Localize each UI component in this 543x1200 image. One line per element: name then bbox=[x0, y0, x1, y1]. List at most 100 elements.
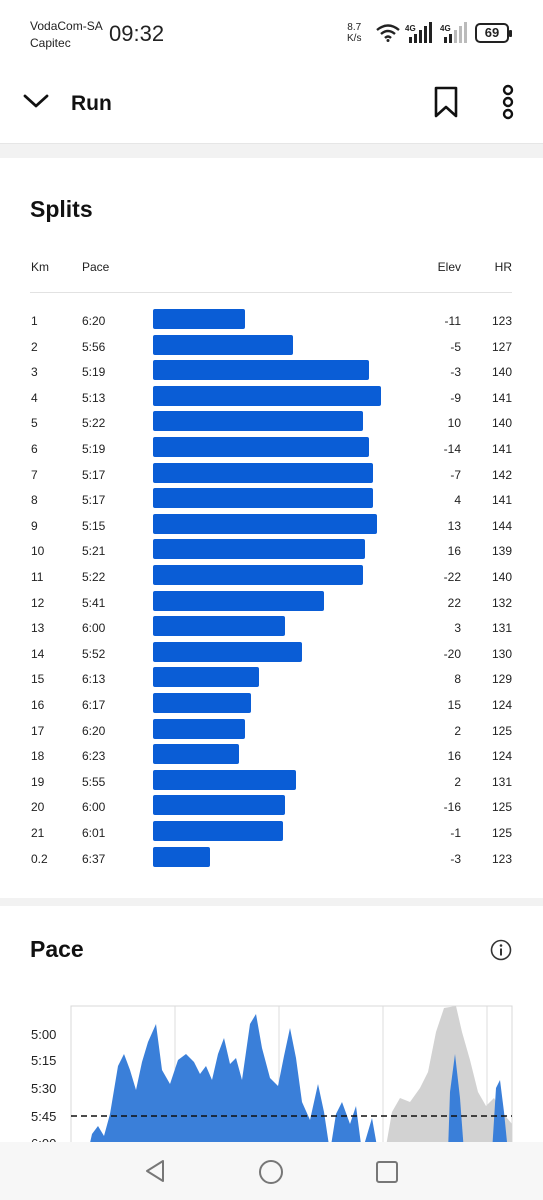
more-vertical-icon[interactable] bbox=[496, 84, 520, 120]
split-elevation: 4 bbox=[454, 493, 461, 508]
split-pace-bar bbox=[153, 565, 363, 585]
split-km: 13 bbox=[31, 621, 45, 636]
split-heart-rate: 142 bbox=[491, 467, 512, 482]
split-pace: 6:17 bbox=[82, 698, 106, 712]
split-pace-bar bbox=[153, 437, 369, 457]
battery-indicator: 69 bbox=[475, 23, 512, 43]
split-pace-bar bbox=[153, 513, 377, 534]
split-elevation: 15 bbox=[447, 698, 461, 712]
split-row: 7 5:17 -7 142 bbox=[0, 462, 543, 488]
split-pace-bar bbox=[153, 360, 369, 381]
split-elevation: 16 bbox=[447, 749, 461, 764]
split-pace: 5:22 bbox=[82, 570, 106, 584]
split-pace: 5:52 bbox=[82, 646, 106, 661]
split-elevation: -14 bbox=[443, 442, 461, 456]
header-divider bbox=[30, 292, 512, 293]
chevron-down-icon[interactable] bbox=[22, 90, 50, 112]
split-heart-rate: 129 bbox=[491, 672, 512, 687]
split-pace-bar bbox=[153, 616, 286, 637]
split-heart-rate: 131 bbox=[491, 621, 512, 636]
split-pace: 6:13 bbox=[82, 672, 106, 687]
split-pace: 5:13 bbox=[82, 390, 106, 405]
status-time: 09:32 bbox=[109, 21, 165, 46]
split-km: 7 bbox=[31, 467, 38, 482]
split-km: 2 bbox=[31, 339, 38, 354]
split-pace-bar bbox=[153, 309, 245, 329]
split-pace: 6:00 bbox=[82, 621, 106, 636]
split-row: 1 6:20 -11 123 bbox=[0, 308, 543, 334]
split-heart-rate: 125 bbox=[491, 800, 512, 815]
split-elevation: 3 bbox=[454, 621, 461, 636]
split-km: 10 bbox=[31, 544, 45, 559]
split-row: 5 5:22 10 140 bbox=[0, 410, 543, 436]
bookmark-icon[interactable] bbox=[432, 86, 460, 118]
split-heart-rate: 131 bbox=[491, 774, 512, 789]
info-icon[interactable] bbox=[490, 939, 512, 961]
split-pace-bar bbox=[153, 693, 251, 713]
split-elevation: 2 bbox=[454, 774, 461, 789]
split-pace: 6:01 bbox=[82, 826, 106, 840]
split-heart-rate: 144 bbox=[491, 518, 512, 533]
split-heart-rate: 125 bbox=[491, 826, 512, 840]
split-row: 15 6:13 8 129 bbox=[0, 666, 543, 692]
split-km: 16 bbox=[31, 698, 45, 712]
split-pace: 5:19 bbox=[82, 442, 106, 456]
network-speed-unit: K/s bbox=[347, 33, 362, 44]
split-heart-rate: 140 bbox=[491, 365, 512, 380]
circle-home-icon[interactable] bbox=[258, 1159, 284, 1185]
split-heart-rate: 123 bbox=[491, 851, 512, 866]
split-pace: 5:21 bbox=[82, 544, 106, 559]
split-heart-rate: 141 bbox=[491, 390, 512, 405]
hr-column-header: HR bbox=[494, 260, 512, 274]
split-km: 8 bbox=[31, 493, 38, 508]
split-elevation: -5 bbox=[450, 339, 461, 354]
split-heart-rate: 130 bbox=[491, 646, 512, 661]
split-pace-bar bbox=[153, 718, 245, 739]
split-row: 0.2 6:37 -3 123 bbox=[0, 846, 543, 872]
split-elevation: -3 bbox=[450, 851, 461, 866]
square-recents-icon[interactable] bbox=[375, 1160, 399, 1184]
split-pace: 5:17 bbox=[82, 493, 106, 508]
split-row: 2 5:56 -5 127 bbox=[0, 334, 543, 360]
split-pace: 5:22 bbox=[82, 416, 106, 431]
sim2-network-type: 4G bbox=[440, 24, 451, 33]
split-km: 3 bbox=[31, 365, 38, 380]
pace-chart: 5:005:155:305:456:00 bbox=[31, 1005, 513, 1152]
split-row: 16 6:17 15 124 bbox=[0, 692, 543, 718]
split-km: 11 bbox=[31, 570, 44, 584]
split-pace: 5:55 bbox=[82, 774, 106, 789]
split-pace-bar bbox=[153, 488, 373, 509]
split-pace: 6:37 bbox=[82, 851, 106, 866]
split-row: 10 5:21 16 139 bbox=[0, 538, 543, 564]
split-row: 19 5:55 2 131 bbox=[0, 769, 543, 795]
split-pace: 6:20 bbox=[82, 723, 106, 738]
triangle-back-icon[interactable] bbox=[143, 1158, 167, 1184]
split-pace: 6:20 bbox=[82, 314, 106, 328]
split-km: 15 bbox=[31, 672, 45, 687]
split-pace: 5:56 bbox=[82, 339, 106, 354]
split-elevation: 2 bbox=[454, 723, 461, 738]
split-elevation: 8 bbox=[454, 672, 461, 687]
split-row: 11 5:22 -22 140 bbox=[0, 564, 543, 590]
split-pace-bar bbox=[153, 795, 286, 816]
network-speed: 8.7 K/s bbox=[347, 22, 361, 44]
split-heart-rate: 124 bbox=[491, 698, 512, 712]
split-elevation: 22 bbox=[447, 595, 461, 610]
y-axis-tick-label: 5:30 bbox=[31, 1081, 56, 1096]
split-elevation: 16 bbox=[447, 544, 461, 559]
status-bar: VodaCom-SA Capitec 09:32 8.7 K/s 4G 4G 6… bbox=[0, 0, 543, 62]
carrier-info: VodaCom-SA Capitec bbox=[30, 18, 103, 52]
split-km: 17 bbox=[31, 723, 45, 738]
split-row: 12 5:41 22 132 bbox=[0, 590, 543, 616]
split-km: 21 bbox=[31, 826, 45, 840]
split-pace-bar bbox=[153, 411, 363, 432]
split-elevation: -9 bbox=[450, 390, 461, 405]
split-pace-bar bbox=[153, 641, 302, 662]
secondary-carrier-name: Capitec bbox=[30, 36, 71, 50]
split-row: 17 6:20 2 125 bbox=[0, 718, 543, 744]
split-row: 18 6:23 16 124 bbox=[0, 743, 543, 769]
split-pace-bar bbox=[153, 846, 210, 867]
cellular-signal-icon: 4G bbox=[405, 22, 432, 43]
split-pace-bar bbox=[153, 821, 284, 841]
split-km: 14 bbox=[31, 646, 45, 661]
